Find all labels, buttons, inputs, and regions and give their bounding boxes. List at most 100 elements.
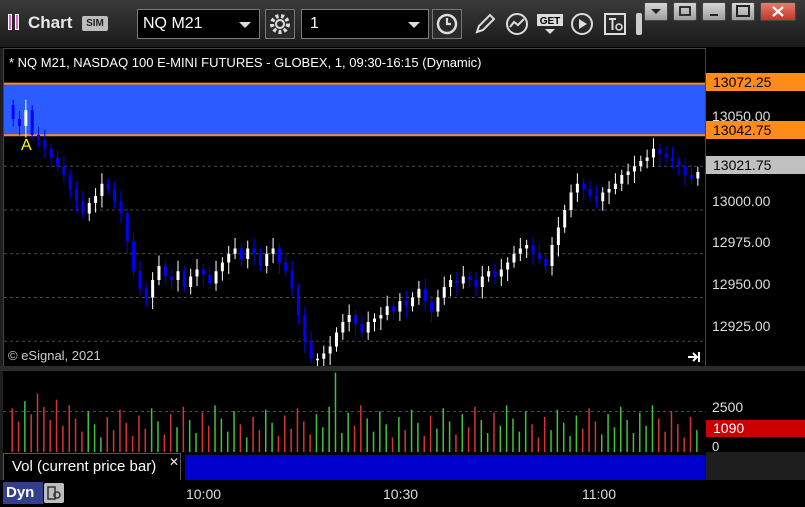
candle-body: [677, 161, 681, 167]
time-axis[interactable]: 10:00 10:30 11:00: [0, 480, 805, 507]
minimize-button[interactable]: [702, 2, 726, 21]
volume-bar: [531, 424, 533, 452]
volume-bar: [277, 435, 280, 452]
candle-body: [56, 157, 60, 167]
candle-body: [296, 288, 300, 315]
study-line-icon: [506, 13, 528, 35]
price-chart-pane[interactable]: A * NQ M21, NASDAQ 100 E-MINI FUTURES - …: [3, 48, 706, 370]
volume-bar: [360, 405, 362, 452]
volume-bar: [245, 437, 248, 452]
volume-bar: [505, 405, 508, 452]
candle-body: [37, 134, 41, 140]
time-template-button[interactable]: [432, 9, 462, 39]
volume-bar: [220, 418, 223, 452]
dropdown-icon: [651, 9, 661, 14]
time-and-sales-button[interactable]: [600, 9, 630, 39]
draw-tool-button[interactable]: [470, 9, 500, 39]
symbol-input[interactable]: NQ M21: [137, 9, 260, 39]
volume-bar: [296, 408, 299, 452]
studies-button[interactable]: [502, 9, 532, 39]
volume-bar: [677, 424, 679, 452]
volume-bar: [252, 417, 254, 452]
pencil-icon: [475, 13, 496, 34]
candle-body: [94, 196, 98, 203]
volume-bar: [55, 399, 58, 452]
volume-bar: [467, 427, 470, 452]
get-data-button[interactable]: GET: [535, 9, 565, 39]
svg-text:GET: GET: [540, 16, 561, 27]
volume-bar: [17, 421, 20, 452]
maximize-button[interactable]: [731, 2, 755, 21]
candle-body: [518, 248, 522, 254]
chart-header: * NQ M21, NASDAQ 100 E-MINI FUTURES - GL…: [9, 55, 482, 70]
volume-bar: [670, 411, 673, 452]
toolbar-overflow[interactable]: [634, 9, 644, 39]
volume-bar: [119, 409, 121, 452]
restore-icon: [679, 6, 691, 16]
candle-body: [201, 269, 205, 275]
volume-study-tab[interactable]: Vol (current price bar): [3, 453, 181, 480]
minimize-icon: [710, 14, 718, 16]
price-axis[interactable]: 13050.00 13000.00 12975.00 12950.00 1292…: [706, 48, 805, 370]
price-chart-svg: A: [4, 82, 705, 369]
volume-bar: [264, 409, 267, 452]
volume-pane[interactable]: [3, 371, 706, 452]
candle-body: [195, 269, 199, 277]
copyright-label: © eSignal, 2021: [8, 348, 101, 363]
volume-bar: [391, 437, 394, 452]
candle-body: [404, 301, 408, 307]
replay-play-button[interactable]: [567, 9, 597, 39]
gear-icon: [270, 14, 290, 34]
time-tick: 10:30: [383, 486, 419, 502]
volume-bar: [448, 421, 451, 452]
volume-bar: [385, 424, 387, 452]
candle-body: [113, 189, 117, 202]
interval-input[interactable]: 1: [301, 9, 429, 39]
volume-bar: [93, 424, 96, 452]
settings-gear-button[interactable]: [265, 9, 295, 39]
candle-body: [512, 253, 516, 263]
last-price-tag: 13021.75: [706, 156, 805, 174]
volume-bar: [632, 433, 635, 452]
volume-bar: [328, 406, 330, 452]
dynamic-settings-icon[interactable]: [44, 483, 64, 503]
chevron-down-icon[interactable]: [239, 22, 251, 28]
candle-body: [62, 166, 66, 175]
candle-body: [594, 196, 598, 202]
volume-bar: [74, 418, 77, 452]
window-menu-button[interactable]: [644, 2, 668, 21]
volume-bar: [239, 424, 242, 452]
candle-body: [626, 171, 630, 175]
clock-icon: [436, 13, 458, 35]
annotation-label: A: [21, 137, 32, 154]
chevron-down-icon[interactable]: [408, 22, 420, 28]
volume-bar: [461, 414, 464, 452]
close-study-icon[interactable]: ✕: [169, 455, 179, 469]
candle-body: [689, 175, 693, 179]
candle-body: [252, 248, 256, 254]
volume-axis: 2500 0 1090: [706, 371, 805, 454]
range-low-tag: 13042.75: [706, 121, 805, 139]
volume-bar: [664, 431, 666, 452]
close-icon: [772, 6, 784, 17]
candle-body: [341, 322, 345, 333]
volume-bar: [607, 414, 609, 452]
volume-bar: [30, 414, 32, 452]
dynamic-mode-button[interactable]: Dyn: [3, 482, 43, 504]
candle-body: [322, 353, 326, 359]
close-button[interactable]: [760, 2, 796, 21]
volume-bar: [62, 425, 64, 452]
candle-body: [360, 323, 364, 333]
scroll-to-end-icon[interactable]: [687, 350, 701, 364]
restore-button[interactable]: [673, 2, 697, 21]
candle-body: [658, 148, 662, 154]
candle-body: [696, 171, 700, 179]
volume-bar: [226, 431, 229, 452]
candle-body: [119, 201, 123, 214]
volume-bar: [214, 405, 216, 452]
candle-body: [474, 280, 478, 287]
volume-bar: [645, 425, 647, 452]
candle-body: [366, 322, 370, 333]
candle-body: [315, 358, 319, 361]
volume-tick: 0: [712, 439, 720, 454]
